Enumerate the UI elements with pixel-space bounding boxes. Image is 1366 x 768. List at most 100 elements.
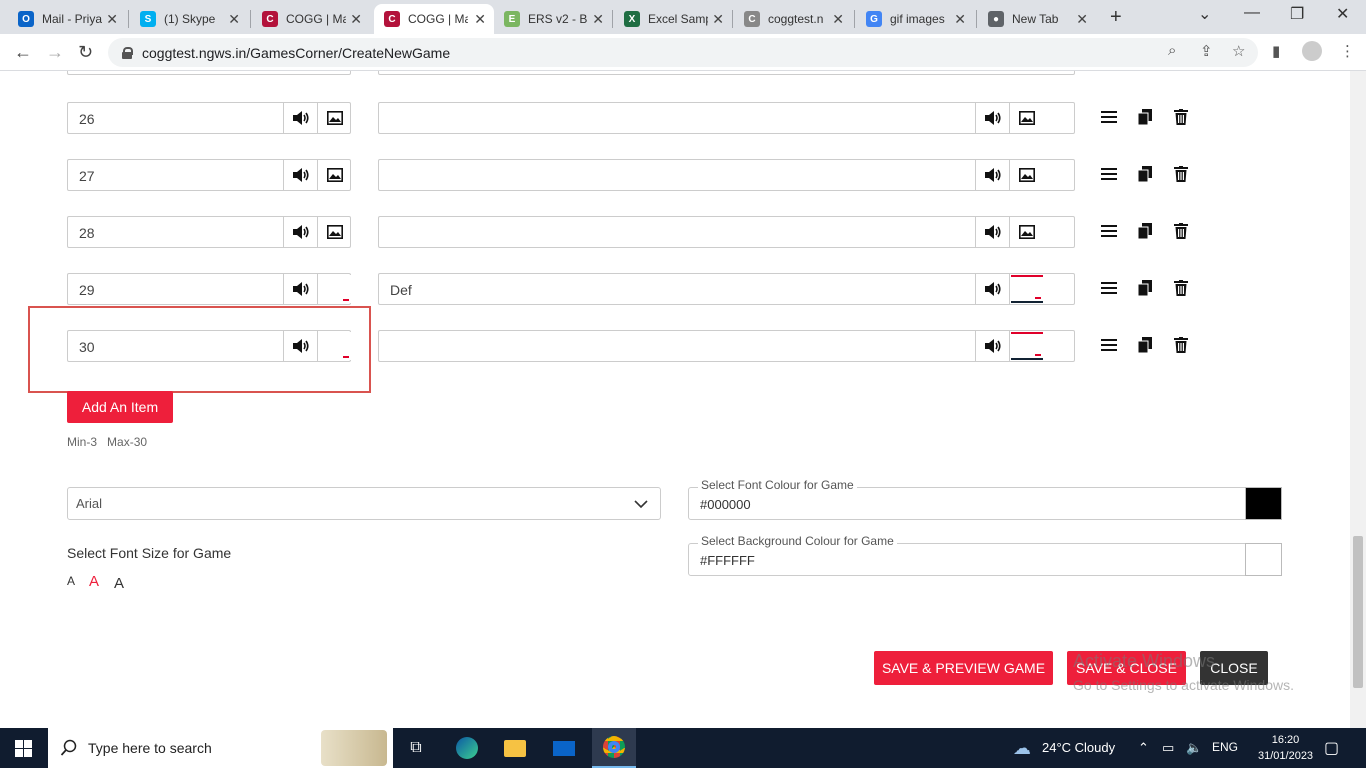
image-upload-icon[interactable] xyxy=(1009,160,1043,190)
page-scrollbar[interactable] xyxy=(1350,71,1366,728)
tray-chevron-icon[interactable]: ⌃ xyxy=(1138,740,1149,756)
item-text-input[interactable] xyxy=(378,216,1075,248)
speaker-icon[interactable] xyxy=(975,217,1009,247)
duplicate-icon[interactable] xyxy=(1136,222,1154,240)
delete-icon[interactable] xyxy=(1172,279,1190,297)
bg-colour-swatch[interactable] xyxy=(1245,543,1282,576)
speaker-icon[interactable] xyxy=(975,331,1009,361)
clock[interactable]: 16:20 31/01/2023 xyxy=(1258,732,1313,764)
browser-tab[interactable]: E ERS v2 - Bu ✕ xyxy=(494,4,612,34)
network-icon[interactable]: ▭ xyxy=(1162,740,1174,756)
reorder-icon[interactable] xyxy=(1100,222,1118,240)
menu-icon[interactable]: ⋮ xyxy=(1340,42,1355,60)
tab-close-icon[interactable]: ✕ xyxy=(228,11,240,28)
speaker-icon[interactable] xyxy=(975,274,1009,304)
bookmark-star-icon[interactable]: ☆ xyxy=(1232,42,1245,60)
delete-icon[interactable] xyxy=(1172,108,1190,126)
new-tab-button[interactable]: + xyxy=(1110,6,1122,29)
task-view-icon[interactable]: ⧉ xyxy=(404,736,428,760)
add-item-button[interactable]: Add An Item xyxy=(67,391,173,423)
forward-icon[interactable]: → xyxy=(46,42,64,63)
delete-icon[interactable] xyxy=(1172,336,1190,354)
speaker-icon[interactable] xyxy=(975,160,1009,190)
scrollbar-thumb[interactable] xyxy=(1353,536,1363,688)
language-indicator[interactable]: ENG xyxy=(1212,740,1238,754)
item-text-input[interactable] xyxy=(378,330,1075,362)
file-explorer-icon[interactable] xyxy=(503,736,527,760)
duplicate-icon[interactable] xyxy=(1136,279,1154,297)
browser-tab[interactable]: X Excel Samp ✕ xyxy=(614,4,732,34)
browser-tab[interactable]: Ggif images ✕ xyxy=(856,4,974,34)
save-preview-button[interactable]: SAVE & PREVIEW GAME xyxy=(874,651,1053,685)
browser-tab[interactable]: C COGG | Ma ✕ xyxy=(374,4,494,34)
image-upload-icon[interactable] xyxy=(1009,217,1043,247)
image-upload-icon[interactable] xyxy=(1009,103,1043,133)
weather-text[interactable]: 24°C Cloudy xyxy=(1042,740,1115,755)
reorder-icon[interactable] xyxy=(1100,279,1118,297)
duplicate-icon[interactable] xyxy=(1136,108,1154,126)
speaker-icon[interactable] xyxy=(283,103,317,133)
item-number-input[interactable]: 29 xyxy=(67,273,351,305)
bg-colour-field[interactable]: Select Background Colour for Game #FFFFF… xyxy=(688,534,1282,576)
browser-tab[interactable]: S (1) Skype ✕ xyxy=(130,4,248,34)
font-size-medium[interactable]: A xyxy=(89,573,99,590)
reorder-icon[interactable] xyxy=(1100,336,1118,354)
broken-image-icon[interactable] xyxy=(1009,274,1043,304)
browser-tab[interactable]: Ccoggtest.n ✕ xyxy=(734,4,852,34)
windows-start-icon[interactable] xyxy=(15,740,32,757)
font-size-small[interactable]: A xyxy=(67,574,75,588)
reorder-icon[interactable] xyxy=(1100,108,1118,126)
item-number-input[interactable]: 28 xyxy=(67,216,351,248)
image-upload-icon[interactable] xyxy=(317,103,351,133)
broken-image-icon[interactable] xyxy=(317,274,351,304)
mail-icon[interactable] xyxy=(552,736,576,760)
reload-icon[interactable]: ↻ xyxy=(78,42,93,63)
broken-image-icon[interactable] xyxy=(1009,331,1043,361)
font-colour-field[interactable]: Select Font Colour for Game #000000 xyxy=(688,478,1282,520)
minimize-button[interactable]: — xyxy=(1244,4,1260,22)
speaker-icon[interactable] xyxy=(283,160,317,190)
address-bar[interactable]: coggtest.ngws.in/GamesCorner/CreateNewGa… xyxy=(108,38,1258,67)
font-family-select[interactable]: Arial xyxy=(67,487,661,520)
browser-tab[interactable]: O Mail - Priya ✕ xyxy=(8,4,126,34)
speaker-icon[interactable] xyxy=(283,217,317,247)
tab-search-icon[interactable]: ⌄ xyxy=(1198,4,1211,24)
item-text-input[interactable] xyxy=(378,159,1075,191)
taskbar-search[interactable]: Type here to search xyxy=(48,728,393,768)
speaker-icon[interactable] xyxy=(975,103,1009,133)
item-text-input[interactable]: Def xyxy=(378,273,1075,305)
chrome-icon[interactable] xyxy=(592,728,636,768)
share-icon[interactable]: ⇪ xyxy=(1200,42,1213,60)
notification-icon[interactable]: ▢ xyxy=(1324,738,1339,758)
tab-close-icon[interactable]: ✕ xyxy=(106,11,118,28)
tab-close-icon[interactable]: ✕ xyxy=(712,11,724,28)
font-colour-swatch[interactable] xyxy=(1245,487,1282,520)
tab-close-icon[interactable]: ✕ xyxy=(1076,11,1088,28)
item-number-input[interactable]: 27 xyxy=(67,159,351,191)
side-panel-icon[interactable]: ▮ xyxy=(1272,42,1280,60)
delete-icon[interactable] xyxy=(1172,165,1190,183)
reorder-icon[interactable] xyxy=(1100,165,1118,183)
volume-icon[interactable]: 🔈 xyxy=(1186,740,1202,756)
tab-close-icon[interactable]: ✕ xyxy=(592,11,604,28)
maximize-button[interactable]: ❐ xyxy=(1290,4,1304,24)
tab-close-icon[interactable]: ✕ xyxy=(350,11,362,28)
item-number-input[interactable]: 26 xyxy=(67,102,351,134)
zoom-icon[interactable]: ⌕ xyxy=(1168,42,1176,59)
browser-tab[interactable]: C COGG | Ma ✕ xyxy=(252,4,370,34)
edge-icon[interactable] xyxy=(455,736,479,760)
browser-tab[interactable]: ● New Tab ✕ xyxy=(978,4,1096,34)
tab-close-icon[interactable]: ✕ xyxy=(832,11,844,28)
tab-close-icon[interactable]: ✕ xyxy=(474,11,486,28)
duplicate-icon[interactable] xyxy=(1136,336,1154,354)
profile-icon[interactable] xyxy=(1302,41,1322,61)
delete-icon[interactable] xyxy=(1172,222,1190,240)
duplicate-icon[interactable] xyxy=(1136,165,1154,183)
speaker-icon[interactable] xyxy=(283,274,317,304)
font-size-large[interactable]: A xyxy=(114,575,124,592)
image-upload-icon[interactable] xyxy=(317,160,351,190)
image-upload-icon[interactable] xyxy=(317,217,351,247)
close-window-button[interactable]: ✕ xyxy=(1336,4,1349,24)
back-icon[interactable]: ← xyxy=(14,42,32,63)
tab-close-icon[interactable]: ✕ xyxy=(954,11,966,28)
